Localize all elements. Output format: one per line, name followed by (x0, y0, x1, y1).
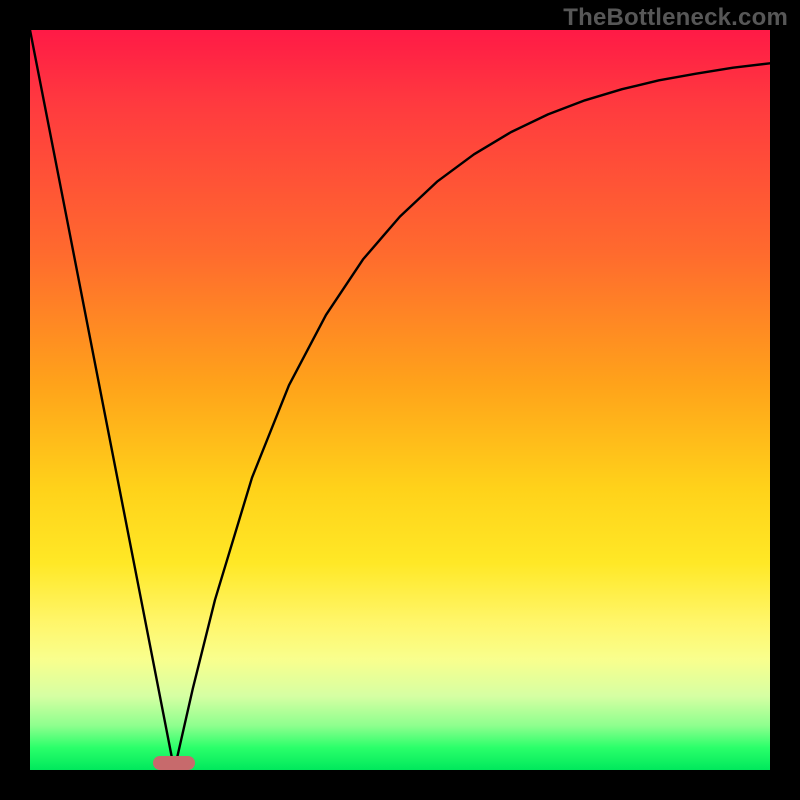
minimum-marker (153, 756, 195, 770)
curve-svg (30, 30, 770, 770)
watermark-text: TheBottleneck.com (563, 4, 788, 32)
chart-frame: TheBottleneck.com (0, 0, 800, 800)
plot-area (30, 30, 770, 770)
bottleneck-curve (30, 30, 770, 770)
